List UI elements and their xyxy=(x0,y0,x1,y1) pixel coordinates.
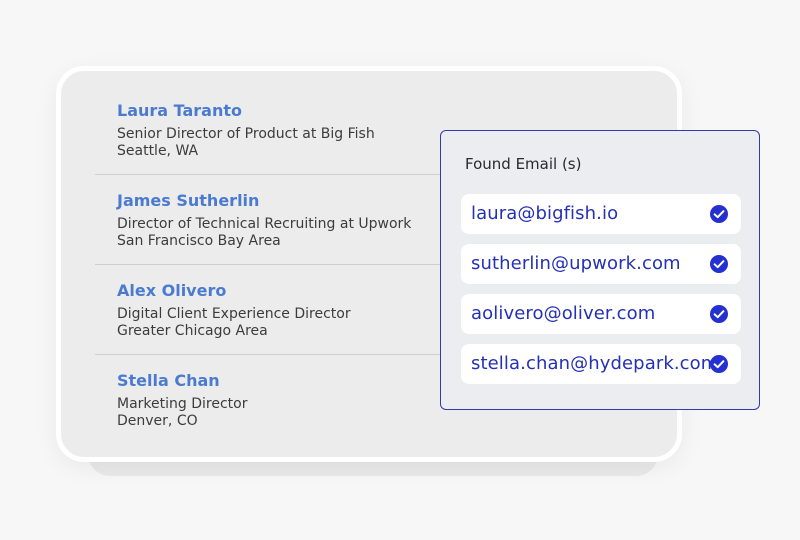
email-row[interactable]: aolivero@oliver.com xyxy=(461,294,741,334)
check-circle-icon xyxy=(710,305,728,323)
contact-item[interactable]: Stella Chan Marketing Director Denver, C… xyxy=(117,371,457,430)
email-address[interactable]: aolivero@oliver.com xyxy=(471,303,655,324)
check-circle-icon xyxy=(710,255,728,273)
contact-title: Marketing Director xyxy=(117,396,248,412)
contact-name[interactable]: Alex Olivero xyxy=(117,281,457,301)
contact-item[interactable]: Alex Olivero Digital Client Experience D… xyxy=(117,281,457,340)
contact-location: Denver, CO xyxy=(117,413,198,429)
divider xyxy=(95,174,455,175)
check-circle-icon xyxy=(710,355,728,373)
contact-location: Seattle, WA xyxy=(117,143,199,159)
divider xyxy=(95,354,455,355)
contact-item[interactable]: James Sutherlin Director of Technical Re… xyxy=(117,191,457,250)
contact-name[interactable]: Stella Chan xyxy=(117,371,457,391)
contact-title: Senior Director of Product at Big Fish xyxy=(117,126,375,142)
found-emails-title: Found Email (s) xyxy=(465,155,582,173)
email-row[interactable]: sutherlin@upwork.com xyxy=(461,244,741,284)
email-address[interactable]: laura@bigfish.io xyxy=(471,203,618,224)
email-address[interactable]: sutherlin@upwork.com xyxy=(471,253,681,274)
contact-location: San Francisco Bay Area xyxy=(117,233,281,249)
email-row[interactable]: laura@bigfish.io xyxy=(461,194,741,234)
contact-location: Greater Chicago Area xyxy=(117,323,268,339)
contact-name[interactable]: Laura Taranto xyxy=(117,101,457,121)
divider xyxy=(95,264,455,265)
contact-name[interactable]: James Sutherlin xyxy=(117,191,457,211)
email-address[interactable]: stella.chan@hydepark.com xyxy=(471,353,718,374)
found-emails-panel: Found Email (s) laura@bigfish.io sutherl… xyxy=(440,130,760,410)
contact-item[interactable]: Laura Taranto Senior Director of Product… xyxy=(117,101,457,160)
contact-title: Digital Client Experience Director xyxy=(117,306,351,322)
email-row[interactable]: stella.chan@hydepark.com xyxy=(461,344,741,384)
stage: Laura Taranto Senior Director of Product… xyxy=(0,0,800,540)
check-circle-icon xyxy=(710,205,728,223)
contact-title: Director of Technical Recruiting at Upwo… xyxy=(117,216,412,232)
